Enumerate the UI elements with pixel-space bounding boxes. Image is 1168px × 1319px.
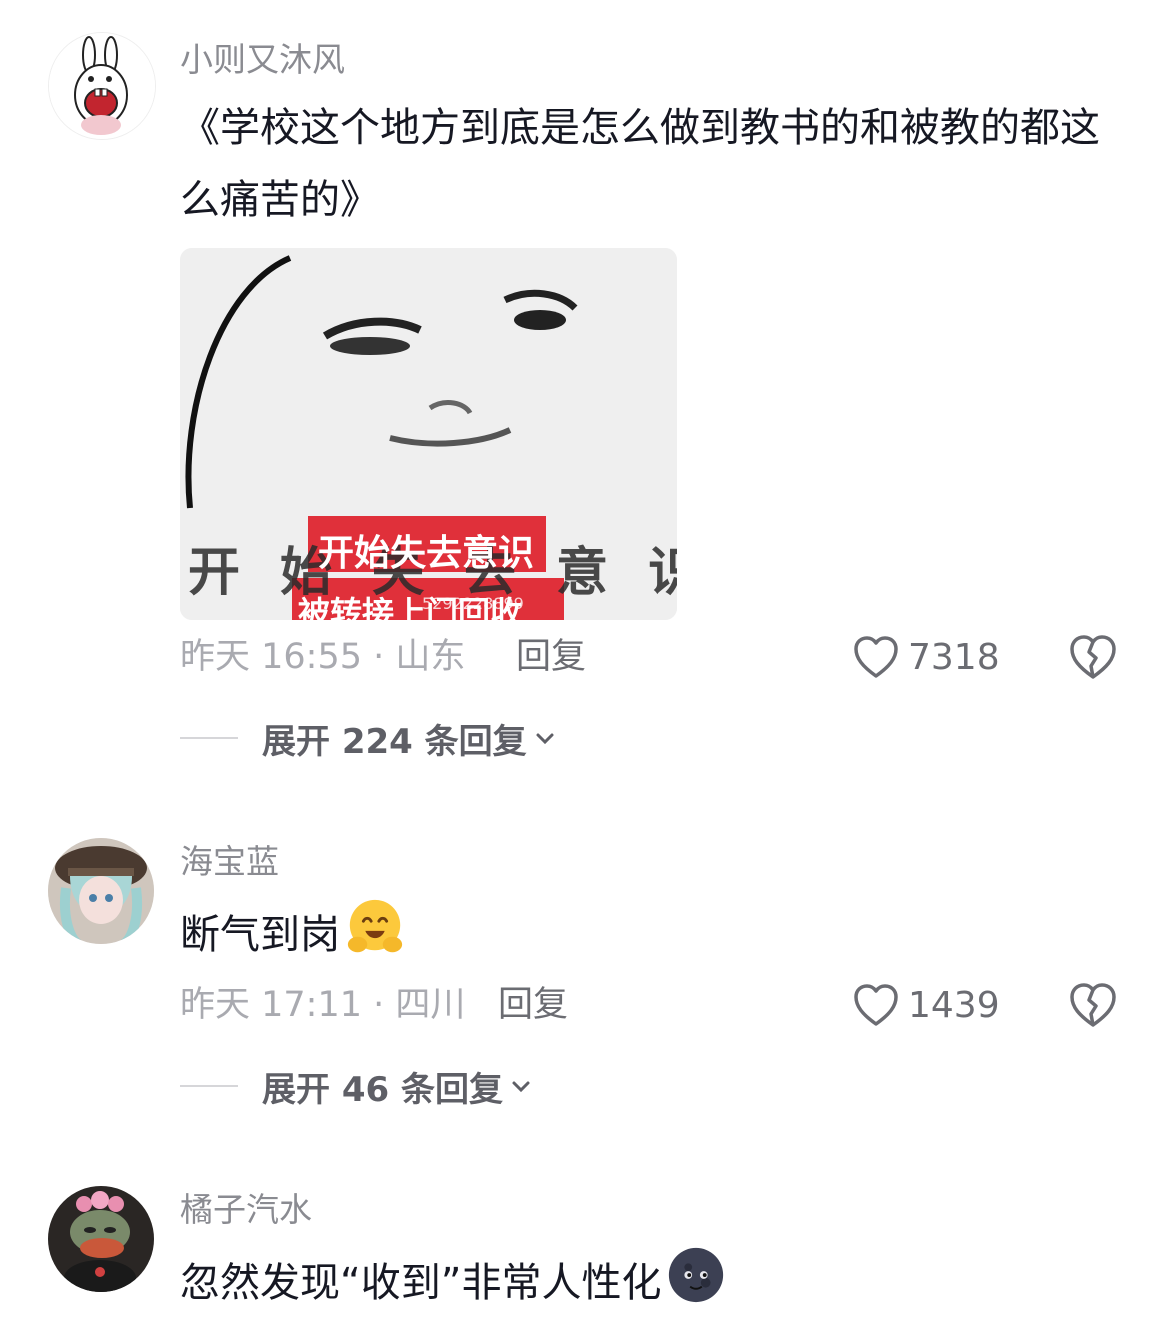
duck-figure-avatar-icon	[48, 1186, 154, 1292]
dislike-broken-heart-icon[interactable]	[1068, 632, 1118, 682]
username[interactable]: 海宝蓝	[180, 840, 279, 884]
dislike-broken-heart-icon[interactable]	[1068, 980, 1118, 1030]
like-button[interactable]: 7318	[852, 634, 1000, 680]
expand-replies-button[interactable]: 展开 46 条回复	[180, 1064, 533, 1110]
rabbid-avatar-icon	[49, 33, 155, 139]
expand-divider	[180, 737, 238, 739]
expand-replies-button[interactable]: 展开 224 条回复	[180, 716, 557, 762]
comment-meta: 昨天 17:11 · 四川	[180, 985, 466, 1025]
reply-button[interactable]: 回复	[498, 982, 568, 1028]
heart-icon	[854, 984, 898, 1026]
comment-text: 《学校这个地方到底是怎么做到教书的和被教的都这么痛苦的》	[180, 105, 1100, 223]
like-count: 1439	[908, 984, 1000, 1026]
like-button[interactable]: 1439	[852, 982, 1000, 1028]
sticker-watermark: 5292228899	[422, 594, 524, 613]
hugging-face-emoji-icon	[347, 899, 403, 953]
heart-icon	[854, 636, 898, 678]
chevron-down-icon	[512, 1081, 530, 1093]
reply-button[interactable]: 回复	[516, 634, 586, 680]
expand-replies-label: 展开 46 条回复	[262, 1069, 503, 1110]
avatar[interactable]	[48, 838, 154, 944]
comment-text: 忽然发现“收到”非常人性化	[180, 1244, 1120, 1319]
expand-divider	[180, 1085, 238, 1087]
comment-image-sticker[interactable]: 开始失去意识 开始失去意识 被转接上门回收 5292228899	[180, 248, 677, 620]
anime-girl-avatar-icon	[48, 838, 154, 944]
username[interactable]: 橘子汽水	[180, 1188, 312, 1232]
like-count: 7318	[908, 636, 1000, 678]
avatar[interactable]	[48, 1186, 154, 1292]
new-moon-face-emoji-icon	[669, 1247, 724, 1303]
comment-text-content: 忽然发现“收到”非常人性化	[180, 1260, 662, 1306]
expand-replies-label: 展开 224 条回复	[262, 721, 527, 762]
avatar[interactable]	[48, 32, 156, 140]
username[interactable]: 小则又沐风	[180, 38, 345, 82]
sticker-caption: 开始失去意识	[318, 533, 535, 574]
comment-text-content: 断气到岗	[180, 912, 340, 958]
chevron-down-icon	[536, 733, 554, 745]
comment-meta: 昨天 16:55 · 山东	[180, 637, 466, 677]
comment-text: 断气到岗	[180, 896, 1120, 971]
